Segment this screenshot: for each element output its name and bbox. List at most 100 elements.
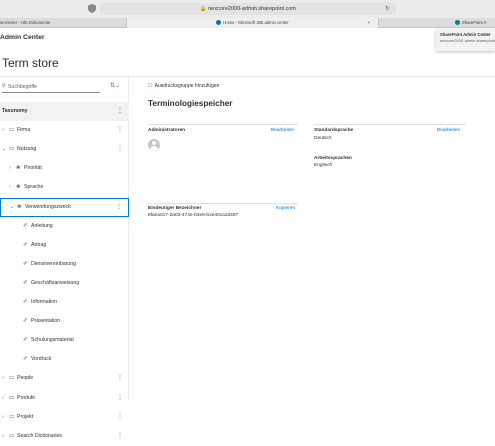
tree-item-label: Search Dictionaries — [17, 432, 62, 439]
favicon-icon — [216, 20, 222, 25]
tree-item-label: Nutzung — [17, 146, 37, 153]
chevron-down-icon[interactable]: ⌄ — [10, 199, 14, 216]
chevron-right-icon[interactable]: › — [9, 178, 11, 197]
tree-item-label: Projekt — [17, 413, 34, 420]
tree-item-präsentation[interactable]: ✐ Präsentation — [0, 312, 129, 331]
notification-popup[interactable]: SharePoint Admin Center nexcore2000-admi… — [436, 29, 495, 51]
tree-item-projekt[interactable]: › ▭ Projekt ⋮ — [0, 408, 129, 427]
browser-tab[interactable]: SharePoint A — [455, 18, 495, 28]
tree-item-label: Schulungsmaterial — [31, 337, 74, 344]
more-options-icon[interactable]: ⋮ — [117, 140, 123, 159]
tree-item-firma[interactable]: › ▭ Firma ⋮ — [0, 121, 129, 140]
more-options-icon[interactable]: ⋮ — [117, 102, 123, 121]
add-group-icon: □ — [148, 83, 152, 89]
tree-item-sprache[interactable]: › ❀ Sprache — [0, 178, 129, 197]
chevron-right-icon[interactable]: › — [2, 369, 4, 388]
tag-icon: ✐ — [23, 260, 28, 267]
more-options-icon[interactable]: ⋮ — [117, 408, 123, 427]
folder-icon: ▭ — [9, 394, 15, 401]
tree-item-label: Geschäftsanweisung — [31, 279, 80, 286]
app-title[interactable]: Admin Center — [0, 34, 45, 41]
tree-item-nutzung[interactable]: ⌄ ▭ Nutzung ⋮ — [0, 140, 129, 159]
store-title: Terminologiespeicher — [148, 99, 233, 108]
search-box: ⚲ — [2, 81, 100, 93]
folder-icon: ▭ — [9, 432, 15, 439]
tag-icon: ✐ — [23, 279, 28, 286]
tree-item-label: Verwendungszweck — [25, 203, 71, 210]
tree-item-dienstvereinbarung[interactable]: ✐ Dienstvereinbarung — [0, 255, 129, 274]
chevron-right-icon[interactable]: › — [2, 389, 4, 408]
tag-icon: ✐ — [23, 356, 28, 363]
folder-icon: ▭ — [9, 127, 15, 134]
more-options-icon[interactable]: ⋮ — [117, 369, 123, 388]
divider — [148, 124, 298, 125]
favicon-icon — [455, 20, 460, 25]
tree-item-people[interactable]: › ▭ People ⋮ — [0, 369, 129, 388]
tree-item-geschäftsanweisung[interactable]: ✐ Geschäftsanweisung — [0, 274, 129, 293]
tree-item-label: Dienstvereinbarung — [31, 260, 76, 267]
more-options-icon[interactable]: ⋮ — [117, 121, 123, 140]
tree-item-vordruck[interactable]: ✐ Vordruck — [0, 350, 129, 369]
tag-icon: ✐ — [23, 337, 28, 344]
divider — [314, 124, 466, 125]
tree-item-schulungsmaterial[interactable]: ✐ Schulungsmaterial — [0, 331, 129, 350]
browser-tab[interactable]: ienzenter - Alle Dokumente — [0, 18, 125, 28]
tag-icon: ✐ — [23, 318, 28, 325]
avatar — [148, 139, 160, 151]
page-title: Term store — [2, 56, 59, 70]
default-language-edit-link[interactable]: Bearbeiten — [437, 128, 460, 133]
more-options-icon[interactable]: ⋮ — [116, 199, 122, 216]
divider — [148, 203, 298, 204]
default-language-label: Standardsprache — [314, 128, 354, 133]
folder-icon: ▭ — [9, 413, 15, 420]
tree-item-label: Vordruck — [31, 356, 52, 363]
reload-icon[interactable]: ↻ — [385, 3, 390, 15]
term-tree-pane: ⚲ ⇅⌄ Taxonomy⋮›▭Firma⋮⌄▭Nutzung⋮›❀Priori… — [0, 77, 129, 439]
shield-icon[interactable] — [88, 4, 96, 13]
chevron-right-icon[interactable]: › — [2, 121, 4, 140]
tree-item-priorität[interactable]: › ❀ Priorität — [0, 159, 129, 178]
more-options-icon[interactable]: ⋮ — [117, 389, 123, 408]
tree-item-anleitung[interactable]: ✐ Anleitung — [0, 217, 129, 236]
tree-item-search-dictionaries[interactable]: › ▭ Search Dictionaries ⋮ — [0, 427, 129, 446]
folder-icon: ▭ — [9, 146, 15, 153]
address-bar[interactable]: 🔒 nexcore2000-admin.sharepoint.com ↻ — [100, 3, 396, 15]
browser-toolbar: 🔒 nexcore2000-admin.sharepoint.com ↻ — [0, 0, 495, 18]
chevron-right-icon[interactable]: › — [2, 408, 4, 427]
search-input[interactable] — [8, 81, 98, 92]
tab-close-icon[interactable]: × — [368, 18, 370, 28]
admins-label: Administratoren — [148, 128, 186, 133]
tree-item-antrag[interactable]: ✐ Antrag — [0, 236, 129, 255]
add-group-button[interactable]: □ Ausdrucksgruppe hinzufügen — [148, 81, 219, 91]
tree-item-label: Information — [31, 299, 57, 305]
folder-icon: ▭ — [9, 375, 15, 382]
termset-icon: ❀ — [16, 184, 21, 191]
more-options-icon[interactable]: ⋮ — [117, 427, 123, 446]
tree-item-verwendungszweck[interactable]: ⌄ ❀ Verwendungszweck ⋮ — [0, 197, 129, 217]
admins-edit-link[interactable]: Bearbeiten — [271, 128, 294, 133]
tag-icon: ✐ — [23, 222, 28, 229]
search-icon: ⚲ — [2, 83, 6, 89]
tag-icon: ✐ — [23, 241, 28, 248]
tree-item-label: Sprache — [24, 184, 44, 191]
working-languages-value: Englisch — [314, 163, 333, 168]
tree-item-label: People — [17, 375, 34, 382]
unique-id-value[interactable]: 8faea017-2a03-474e-b3e8-b2e40ca2d487 — [148, 213, 238, 218]
termset-icon: ❀ — [17, 203, 22, 210]
tree-item-taxonomy[interactable]: Taxonomy ⋮ — [0, 102, 129, 121]
chevron-down-icon[interactable]: ⌄ — [2, 140, 6, 159]
tree-item-label: Anleitung — [31, 222, 53, 229]
chevron-right-icon[interactable]: › — [9, 159, 11, 178]
tree-item-information[interactable]: ✐ Information — [0, 293, 129, 312]
chevron-right-icon[interactable]: › — [2, 427, 4, 446]
filter-icon[interactable]: ⇅⌄ — [110, 82, 126, 90]
tree-item-label: Produkt — [17, 394, 35, 401]
notification-subtitle: nexcore2000-admin.sharepoint.com — [440, 38, 495, 43]
browser-tab-active[interactable]: Home - Microsoft 365 admin center × — [126, 18, 379, 28]
termset-icon: ❀ — [16, 165, 21, 172]
copy-id-link[interactable]: Kopieren — [276, 206, 295, 211]
tree-item-label: Antrag — [31, 241, 47, 248]
tree-item-produkt[interactable]: › ▭ Produkt ⋮ — [0, 389, 129, 408]
app-header: Admin Center — [0, 29, 495, 47]
lock-icon: 🔒 — [200, 6, 207, 12]
